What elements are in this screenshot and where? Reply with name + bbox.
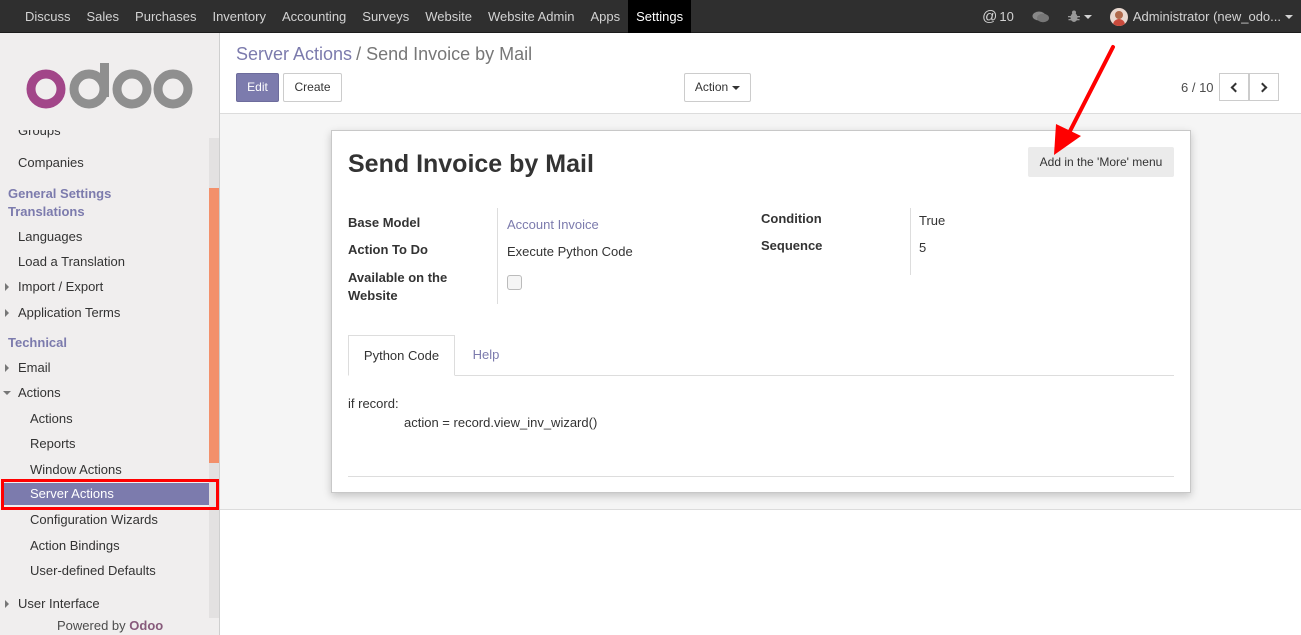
available-website-label-line-1: Available on the [348, 270, 448, 285]
user-menu[interactable]: Administrator (new_odo... [1109, 7, 1293, 26]
highlight-box [1, 479, 219, 510]
menu-inventory[interactable]: Inventory [204, 0, 273, 33]
create-button[interactable]: Create [283, 73, 342, 102]
tab-python-code[interactable]: Python Code [348, 335, 455, 376]
sidebar-item-groups[interactable]: Groups [18, 130, 61, 139]
tab-help[interactable]: Help [462, 335, 510, 376]
user-name: Administrator (new_odo... [1132, 9, 1281, 24]
action-dropdown[interactable]: Action [684, 73, 751, 102]
chevron-right-icon [1257, 82, 1268, 92]
expand-right-icon[interactable] [5, 364, 9, 372]
sidebar-item-load-translation[interactable]: Load a Translation [18, 254, 125, 269]
menu-surveys[interactable]: Surveys [354, 0, 417, 33]
sheet-bottom-divider [348, 476, 1174, 477]
avatar [1109, 7, 1128, 26]
app-menu: Discuss Sales Purchases Inventory Accoun… [17, 0, 692, 33]
odoo-logo [26, 63, 193, 109]
sidebar-item-application-terms[interactable]: Application Terms [18, 305, 120, 320]
menu-apps[interactable]: Apps [582, 0, 628, 33]
powered-by-text: Powered by [57, 618, 126, 633]
sidebar-header-translations[interactable]: Translations [8, 204, 85, 219]
sidebar-item-reports[interactable]: Reports [30, 436, 76, 451]
top-navbar: Discuss Sales Purchases Inventory Accoun… [0, 0, 1301, 33]
collapse-down-icon[interactable] [3, 391, 11, 395]
powered-by-brand[interactable]: Odoo [129, 618, 163, 633]
action-dropdown-label: Action [694, 80, 729, 94]
sidebar-item-user-interface[interactable]: User Interface [18, 596, 100, 611]
form-sheet [331, 130, 1191, 493]
available-website-checkbox[interactable] [507, 275, 522, 290]
group-divider [910, 208, 911, 275]
base-model-value[interactable]: Account Invoice [507, 217, 599, 232]
at-icon: @ [982, 8, 998, 25]
sidebar-item-action-bindings[interactable]: Action Bindings [30, 538, 120, 553]
sidebar: Groups Companies General Settings Transl… [0, 33, 220, 635]
base-model-label: Base Model [348, 215, 421, 230]
mentions-count: 10 [999, 9, 1014, 24]
menu-discuss[interactable]: Discuss [17, 0, 79, 33]
menu-purchases[interactable]: Purchases [127, 0, 204, 33]
sidebar-item-actions-sub[interactable]: Actions [30, 411, 73, 426]
menu-website[interactable]: Website [417, 0, 480, 33]
record-title: Send Invoice by Mail [348, 150, 594, 178]
mentions-counter[interactable]: @ 10 [982, 8, 1014, 25]
edit-button[interactable]: Edit [236, 73, 279, 102]
breadcrumb-current: Send Invoice by Mail [366, 44, 533, 64]
group-divider [497, 208, 498, 304]
sidebar-item-companies[interactable]: Companies [18, 155, 84, 170]
condition-label: Condition [761, 211, 822, 226]
pager-previous-button[interactable] [1219, 73, 1249, 101]
systray: @ 10 Administrator (new_odo... [964, 0, 1293, 33]
chat-icon[interactable] [1032, 10, 1050, 24]
sidebar-header-general-settings[interactable]: General Settings [8, 186, 111, 201]
action-to-do-value: Execute Python Code [507, 244, 633, 259]
sidebar-item-actions[interactable]: Actions [18, 385, 61, 400]
menu-sales[interactable]: Sales [79, 0, 128, 33]
sidebar-header-technical[interactable]: Technical [8, 335, 67, 350]
sidebar-item-import-export[interactable]: Import / Export [18, 279, 103, 294]
menu-accounting[interactable]: Accounting [274, 0, 354, 33]
powered-by: Powered by Odoo [57, 618, 163, 633]
breadcrumb-parent[interactable]: Server Actions [236, 44, 352, 64]
sidebar-item-window-actions[interactable]: Window Actions [30, 462, 122, 477]
breadcrumb-separator: / [356, 44, 362, 64]
expand-right-icon[interactable] [5, 600, 9, 608]
red-arrow-annotation [1054, 45, 1115, 155]
sequence-value: 5 [919, 240, 927, 255]
sidebar-item-label: Groups [18, 130, 61, 138]
caret-down-icon [732, 85, 741, 90]
caret-down-icon [1285, 14, 1293, 19]
expand-right-icon[interactable] [5, 309, 9, 317]
pager-next-button[interactable] [1249, 73, 1279, 101]
expand-right-icon[interactable] [5, 283, 9, 291]
action-to-do-label: Action To Do [348, 242, 428, 257]
chevron-left-icon [1230, 82, 1241, 92]
pager-value[interactable]: 6 / 10 [1181, 80, 1214, 95]
sidebar-item-user-defined-defaults[interactable]: User-defined Defaults [30, 563, 156, 578]
code-line-1[interactable]: if record: [348, 396, 399, 411]
sidebar-scrollbar-thumb[interactable] [209, 188, 219, 463]
breadcrumb: Server Actions / Send Invoice by Mail [236, 44, 532, 65]
code-line-2[interactable]: action = record.view_inv_wizard() [404, 415, 597, 430]
condition-value: True [919, 213, 946, 228]
available-website-label-line-2: Website [348, 288, 398, 303]
sidebar-item-languages[interactable]: Languages [18, 229, 82, 244]
debug-bug-icon[interactable] [1067, 10, 1092, 23]
sequence-label: Sequence [761, 238, 823, 253]
sidebar-item-email[interactable]: Email [18, 360, 51, 375]
caret-down-icon [1083, 14, 1092, 19]
menu-website-admin[interactable]: Website Admin [480, 0, 582, 33]
sidebar-item-configuration-wizards[interactable]: Configuration Wizards [30, 512, 158, 527]
menu-settings[interactable]: Settings [628, 0, 692, 33]
